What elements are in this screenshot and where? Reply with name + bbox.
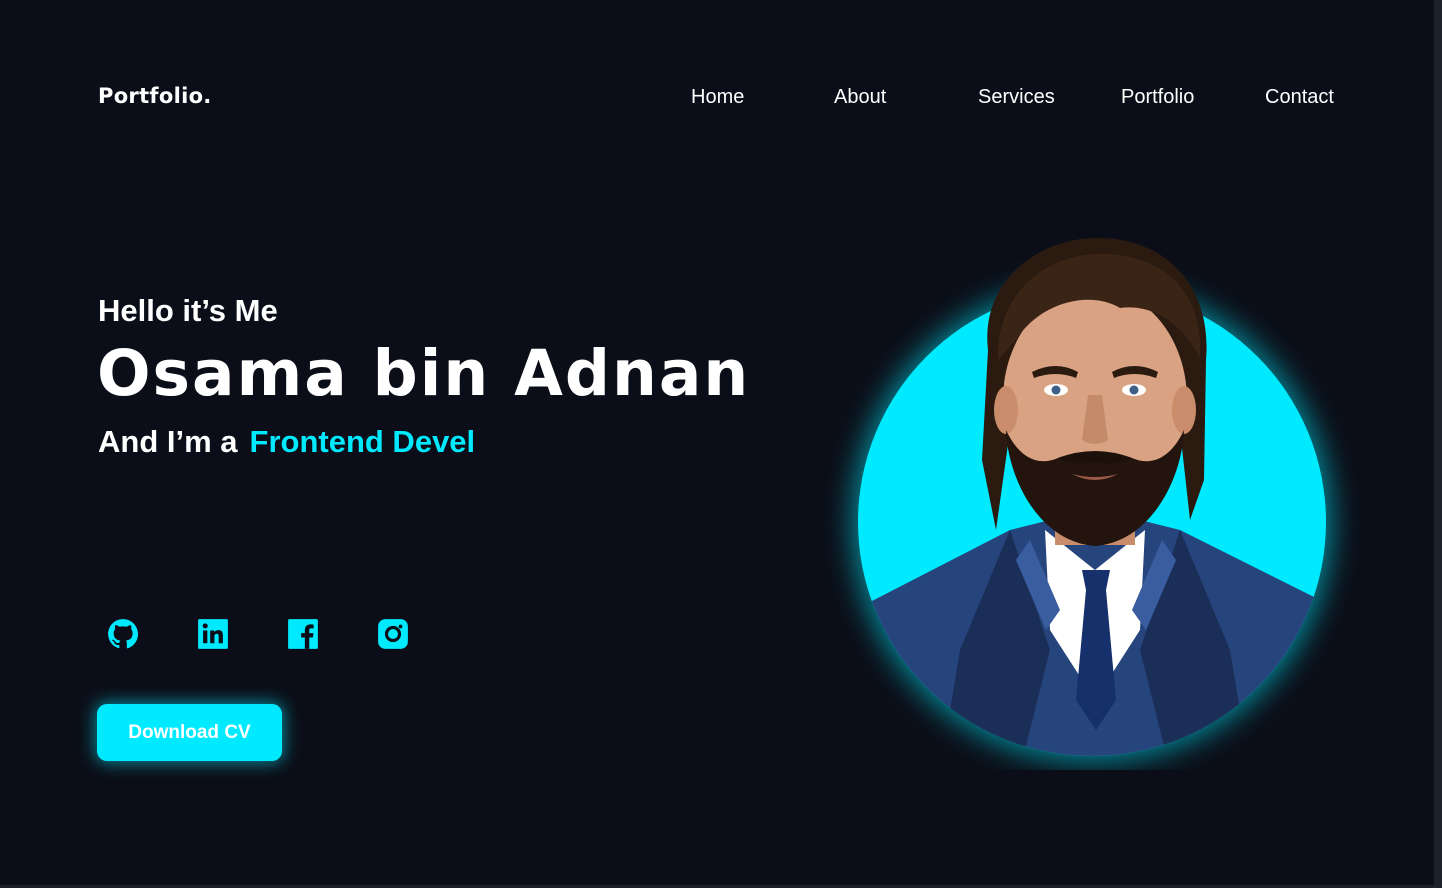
nav-link-about[interactable]: About: [834, 86, 886, 109]
nav-link-services[interactable]: Services: [978, 86, 1055, 109]
main-nav: Home About Services Portfolio Contact: [0, 86, 1442, 114]
linkedin-icon[interactable]: [196, 617, 230, 651]
facebook-icon[interactable]: [286, 617, 320, 651]
profile-portrait: [820, 230, 1360, 770]
hero-name: Osama bin Adnan: [97, 337, 751, 410]
nav-link-portfolio[interactable]: Portfolio: [1121, 86, 1194, 109]
nav-link-contact[interactable]: Contact: [1265, 86, 1334, 109]
hero-role-line: And I’m a Frontend Devel: [98, 424, 475, 460]
nav-link-home[interactable]: Home: [691, 86, 744, 109]
page: Portfolio. Home About Services Portfolio…: [0, 0, 1442, 888]
download-cv-button[interactable]: Download CV: [97, 704, 282, 761]
github-icon[interactable]: [106, 617, 140, 651]
instagram-icon[interactable]: [376, 617, 410, 651]
hero-greeting: Hello it’s Me: [98, 293, 278, 328]
hero-role-prefix: And I’m a: [98, 424, 238, 459]
window-edge: [1434, 0, 1442, 888]
hero-role-typed: Frontend Devel: [249, 424, 476, 459]
